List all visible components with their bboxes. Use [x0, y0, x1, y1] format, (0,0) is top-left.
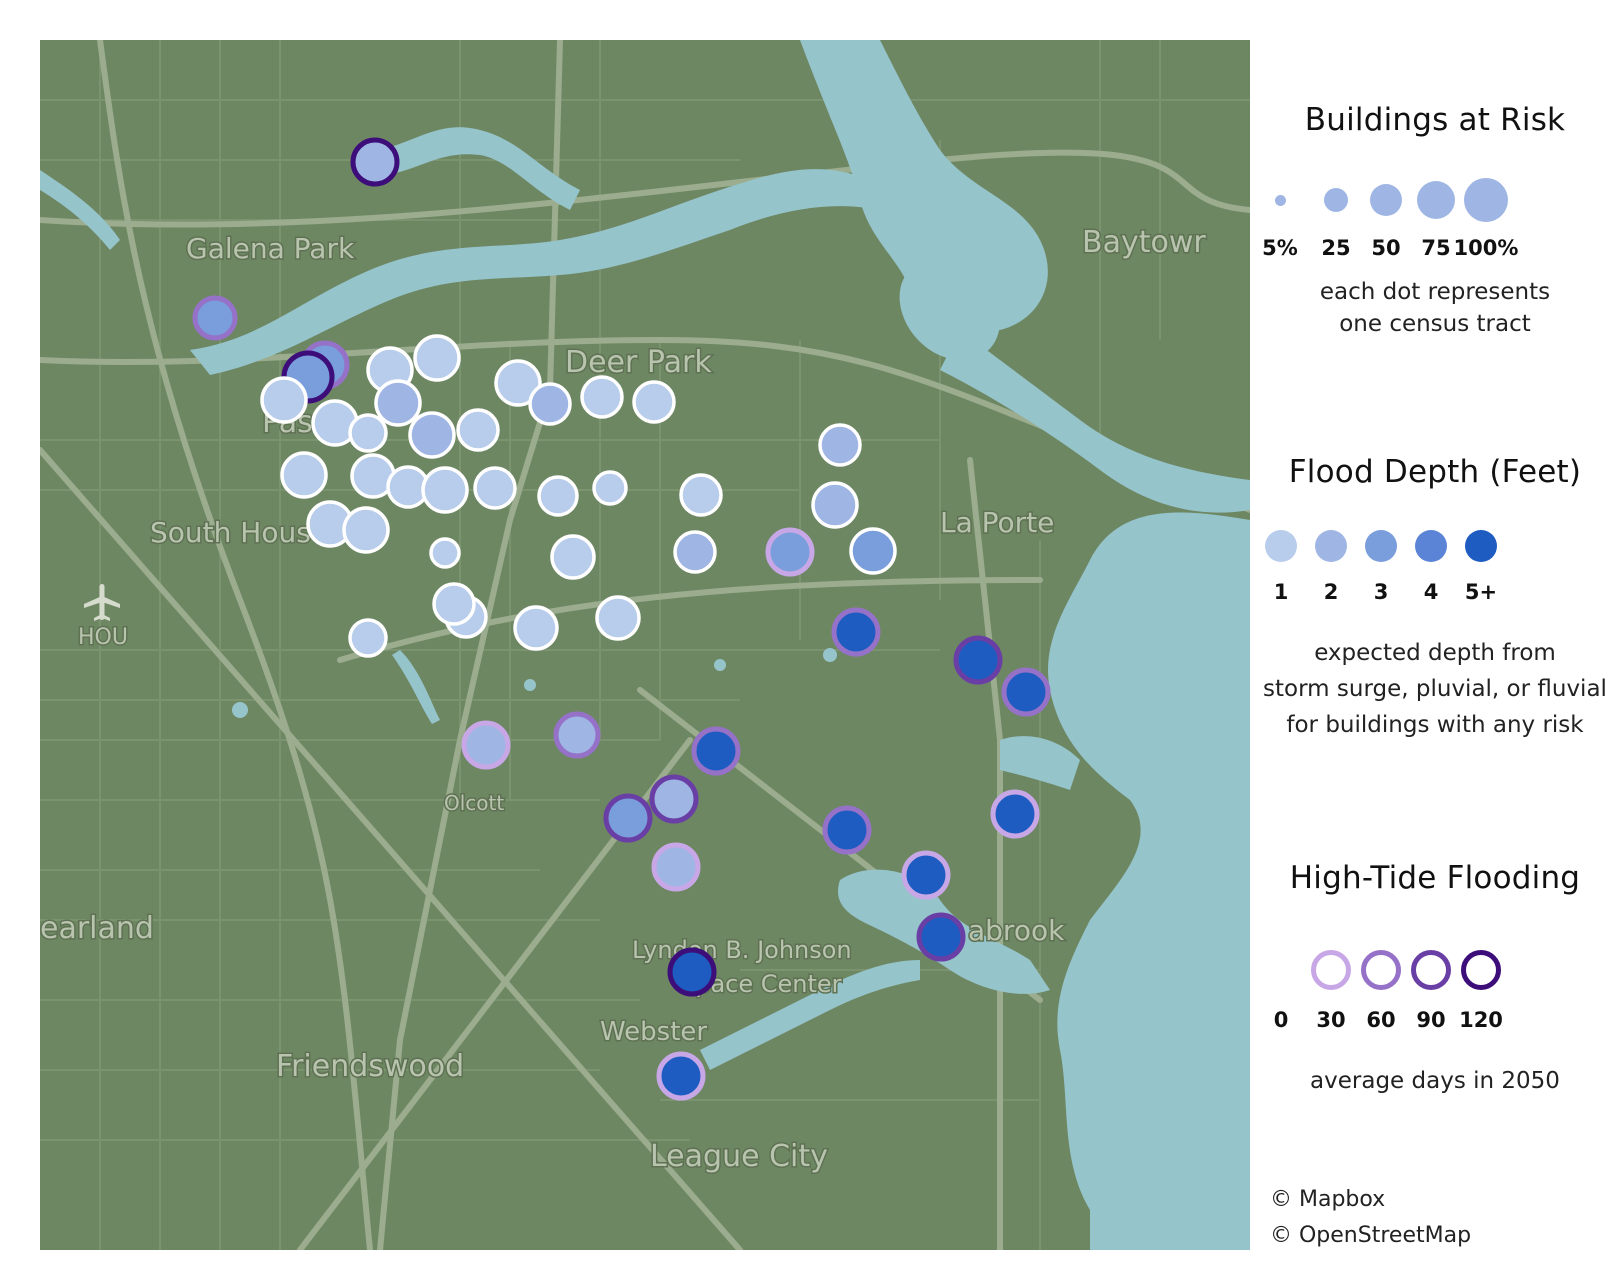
tract-marker[interactable]	[580, 375, 624, 419]
tract-marker[interactable]	[651, 842, 701, 892]
tract-marker[interactable]	[553, 711, 601, 759]
label-deer-park: Deer Park	[565, 345, 712, 380]
tide-ring-row	[1250, 950, 1620, 1010]
tract-marker[interactable]	[595, 595, 641, 641]
label-galena-park: Galena Park	[186, 232, 355, 265]
map-canvas[interactable]: Galena Park Baytowr Deer Park Pas La Por…	[40, 40, 1250, 1250]
tract-marker[interactable]	[348, 618, 388, 658]
tract-marker[interactable]	[350, 137, 400, 187]
label-friendswood: Friendswood	[276, 1049, 464, 1084]
tide-swatch-120	[1451, 950, 1511, 994]
tract-marker[interactable]	[811, 481, 859, 529]
tract-marker[interactable]	[348, 413, 388, 453]
tract-marker[interactable]	[953, 635, 1003, 685]
label-olcott: Olcott	[444, 791, 504, 815]
tract-marker[interactable]	[667, 947, 717, 997]
tract-marker[interactable]	[413, 334, 461, 382]
size-label-100: 100%	[1453, 236, 1519, 260]
tract-marker[interactable]	[528, 382, 572, 426]
tract-marker[interactable]	[765, 527, 815, 577]
tract-marker[interactable]	[432, 582, 476, 626]
tract-marker[interactable]	[649, 774, 699, 824]
buildings-caption-2: one census tract	[1339, 311, 1531, 337]
tide-caption: average days in 2050	[1310, 1068, 1560, 1094]
label-lbj-line1: Lyndon B. Johnson	[632, 936, 852, 964]
tract-marker[interactable]	[673, 530, 717, 574]
tract-marker[interactable]	[849, 527, 897, 575]
depth-label-5: 5+	[1464, 580, 1498, 604]
buildings-size-row	[1250, 172, 1620, 232]
tract-marker[interactable]	[1001, 667, 1051, 717]
tract-marker[interactable]	[421, 466, 469, 514]
tract-marker[interactable]	[429, 537, 461, 569]
tract-marker[interactable]	[679, 473, 723, 517]
pond-2	[823, 648, 837, 662]
tract-marker[interactable]	[916, 912, 966, 962]
tract-marker[interactable]	[280, 451, 328, 499]
tract-marker[interactable]	[592, 470, 628, 506]
tract-marker[interactable]	[192, 295, 238, 341]
tract-marker[interactable]	[342, 506, 390, 554]
depth-caption-1: expected depth from	[1314, 640, 1556, 666]
buildings-legend-title: Buildings at Risk	[1304, 102, 1566, 138]
buildings-caption-1: each dot represents	[1319, 279, 1551, 305]
size-swatch-5	[1250, 172, 1310, 228]
tract-marker[interactable]	[818, 423, 862, 467]
tract-marker[interactable]	[831, 607, 881, 657]
tract-marker[interactable]	[632, 380, 676, 424]
label-pearland: earland	[40, 911, 154, 946]
attribution-mapbox[interactable]: © Mapbox	[1270, 1182, 1471, 1218]
tract-marker[interactable]	[537, 475, 579, 517]
tract-marker[interactable]	[691, 726, 741, 776]
label-webster: Webster	[600, 1017, 707, 1047]
depth-caption-3: for buildings with any risk	[1286, 712, 1584, 738]
tide-label-120: 120	[1459, 1008, 1503, 1032]
label-seabrook: abrook	[968, 914, 1065, 947]
tide-legend-title: High-Tide Flooding	[1289, 860, 1581, 896]
pond-1	[524, 679, 536, 691]
tract-marker[interactable]	[603, 793, 653, 843]
tract-marker[interactable]	[408, 411, 456, 459]
tract-marker[interactable]	[461, 720, 511, 770]
tract-marker[interactable]	[822, 805, 872, 855]
tract-marker[interactable]	[656, 1051, 706, 1101]
tract-marker[interactable]	[990, 789, 1040, 839]
label-hou: HOU	[78, 625, 128, 650]
size-swatch-100	[1456, 172, 1516, 228]
tract-marker[interactable]	[456, 408, 500, 452]
tract-marker[interactable]	[473, 466, 517, 510]
depth-legend-title: Flood Depth (Feet)	[1288, 454, 1582, 490]
tract-marker[interactable]	[260, 376, 308, 424]
tract-marker[interactable]	[513, 605, 559, 651]
depth-swatch-5	[1451, 530, 1511, 566]
label-la-porte: La Porte	[940, 506, 1054, 539]
label-league-city: League City	[650, 1139, 828, 1174]
label-baytown: Baytowr	[1082, 225, 1206, 260]
label-south-houston: South Hous	[150, 516, 311, 549]
pond-3	[232, 702, 248, 718]
attribution: © Mapbox © OpenStreetMap	[1270, 1182, 1471, 1254]
attribution-osm[interactable]: © OpenStreetMap	[1270, 1218, 1471, 1254]
tract-marker[interactable]	[550, 534, 596, 580]
pond-4	[714, 659, 726, 671]
map[interactable]: Galena Park Baytowr Deer Park Pas La Por…	[40, 40, 1250, 1250]
tract-marker[interactable]	[374, 379, 422, 427]
depth-caption-2: storm surge, pluvial, or fluvial	[1263, 676, 1607, 702]
legend: Buildings at Risk 5% 25 50 75 100% each …	[1250, 0, 1620, 1280]
tract-marker[interactable]	[901, 850, 951, 900]
